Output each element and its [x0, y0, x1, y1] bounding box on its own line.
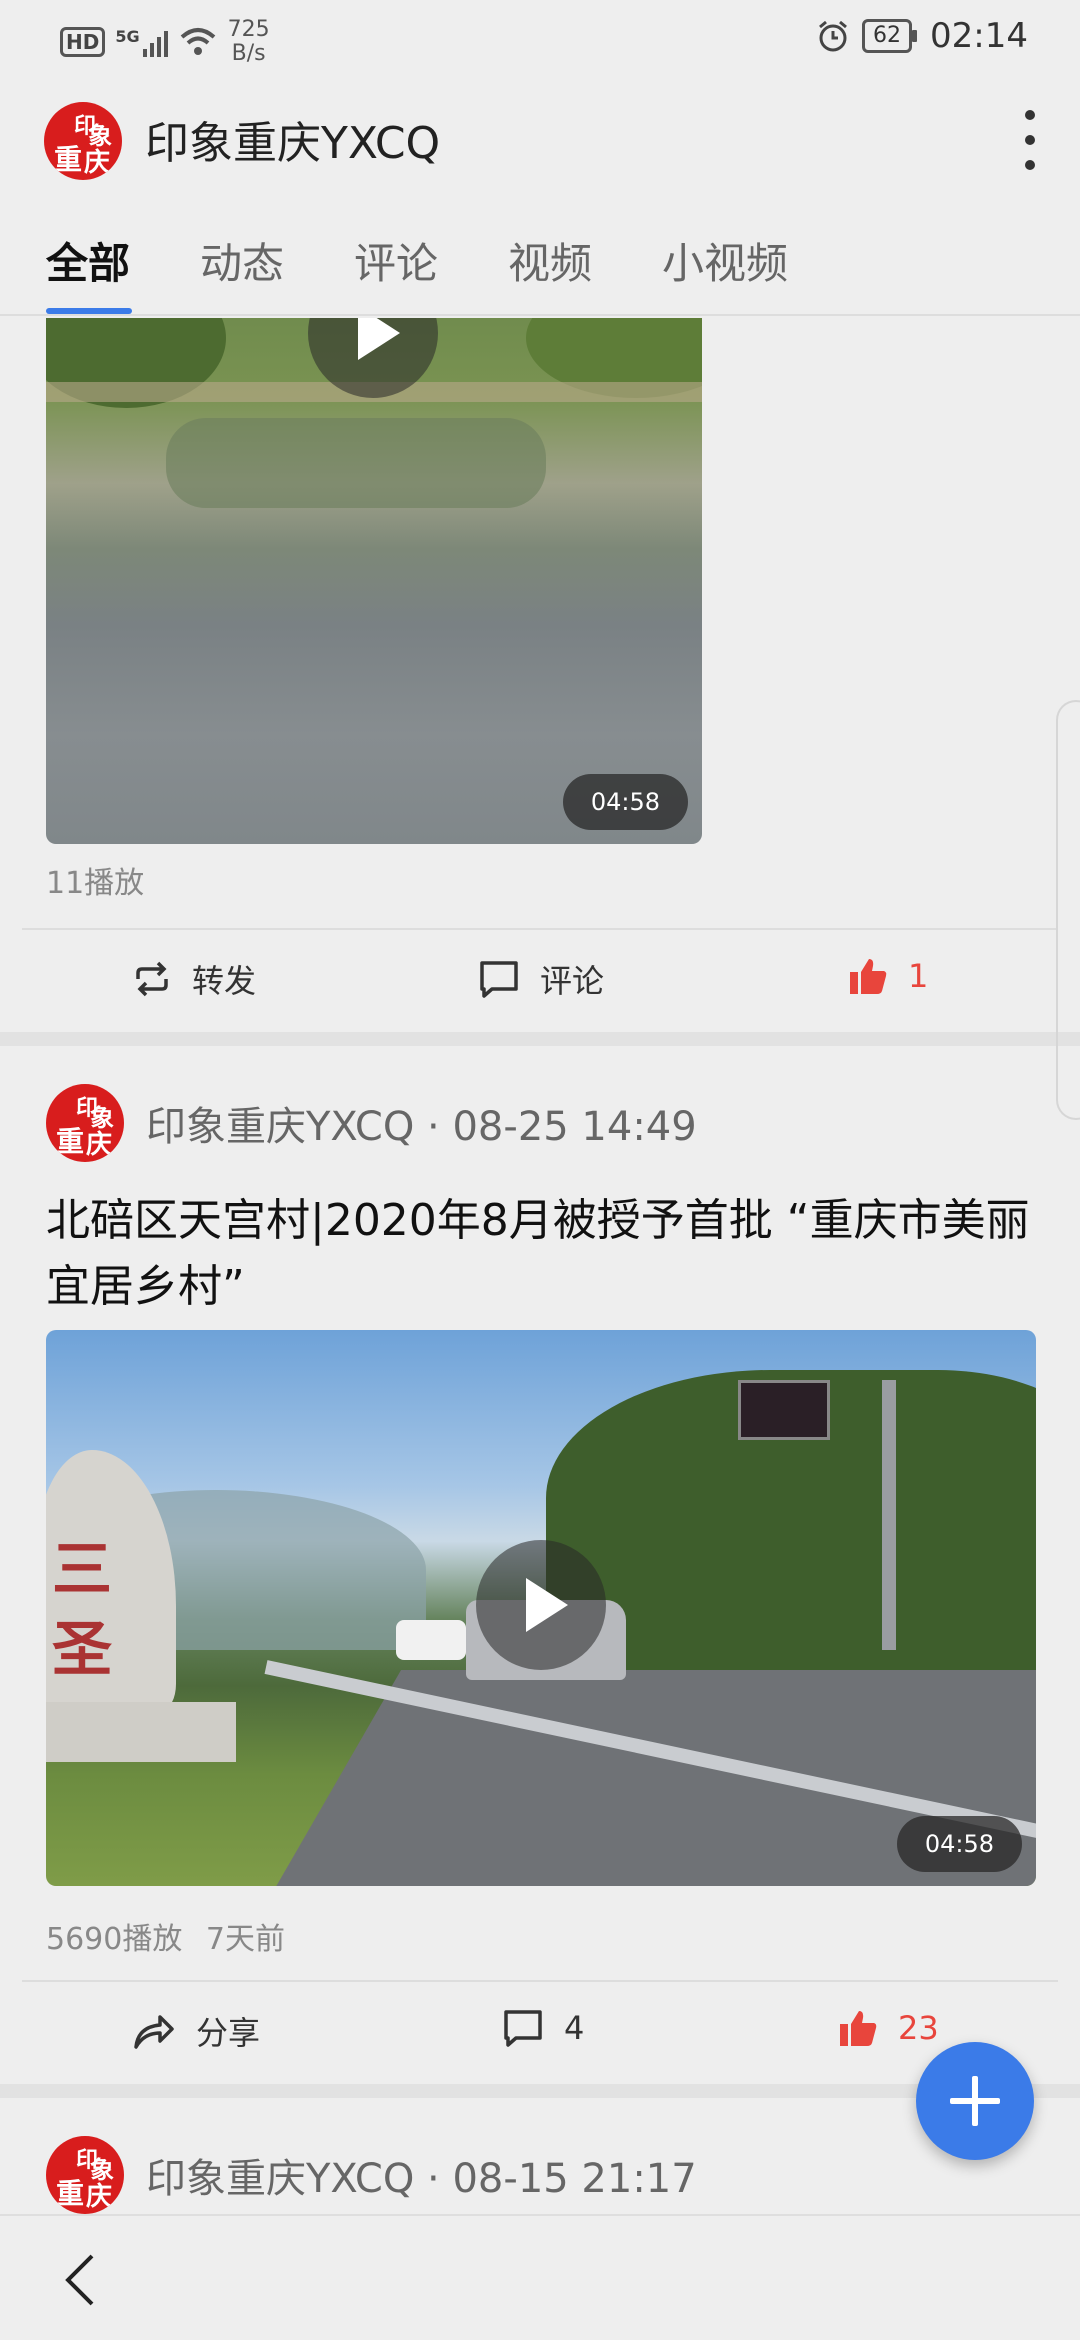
video-duration: 04:58 [896, 1816, 1022, 1872]
like-count: 1 [908, 957, 929, 995]
clock: 02:14 [930, 16, 1028, 56]
comment-icon [504, 2010, 542, 2047]
post-header: 印 象 重 庆 印象重庆YXCQ · 08-15 21:17 [46, 2136, 697, 2214]
signal-icon: 5G [115, 27, 168, 57]
tab-videos[interactable]: 视频 [508, 230, 592, 291]
play-count: 11播放 [46, 866, 145, 901]
rock-inscription: 三圣 [52, 1535, 112, 1685]
add-post-button[interactable] [916, 2042, 1034, 2160]
post-stats: 5690播放 7天前 [46, 1914, 285, 1958]
feed[interactable]: 04:58 11播放 转发 评论 1 印 象 重 庆 印象重庆YXCQ · 08… [0, 318, 1080, 2214]
comment-label: 评论 [540, 962, 605, 1000]
hd-badge: HD [60, 27, 106, 57]
channel-avatar[interactable]: 印 象 重 庆 [44, 102, 122, 180]
wifi-icon [180, 28, 215, 55]
more-vertical-icon[interactable] [1020, 110, 1040, 170]
bottom-nav [0, 2214, 1080, 2340]
post-age: 7天前 [205, 1922, 285, 1957]
like-button[interactable]: 1 [848, 956, 928, 996]
tab-all[interactable]: 全部 [46, 230, 130, 291]
status-right: 62 02:14 [816, 16, 1028, 56]
speed-value: 725 [227, 17, 270, 42]
app-header: 印 象 重 庆 印象重庆YXCQ [0, 80, 1080, 200]
play-count: 5690播放 [46, 1922, 183, 1957]
active-tab-indicator [46, 308, 132, 314]
post-header: 印 象 重 庆 印象重庆YXCQ · 08-25 14:49 [46, 1084, 697, 1162]
share-label: 分享 [196, 2014, 261, 2052]
video-duration: 04:58 [562, 774, 688, 830]
channel-title: 印象重庆YXCQ [145, 118, 441, 169]
tab-updates[interactable]: 动态 [200, 230, 284, 291]
like-button[interactable]: 23 [838, 2008, 939, 2048]
video-thumbnail[interactable]: 04:58 [46, 318, 702, 844]
comment-button[interactable]: 4 [502, 2008, 584, 2048]
share-button[interactable]: 分享 [132, 2008, 260, 2054]
thumbs-up-icon [850, 959, 887, 994]
tab-comments[interactable]: 评论 [354, 230, 438, 291]
repost-button[interactable]: 转发 [132, 956, 256, 1002]
share-icon [134, 2015, 174, 2049]
post-divider [0, 1032, 1080, 1046]
post-author-date[interactable]: 印象重庆YXCQ · 08-15 21:17 [146, 2146, 697, 2204]
comment-count: 4 [564, 2009, 585, 2047]
scrollbar[interactable] [1056, 700, 1080, 1120]
back-arrow-icon[interactable] [60, 2252, 100, 2308]
status-bar: HD 5G 725 B/s 62 02:14 [0, 0, 1080, 80]
network-label: 5G [115, 27, 140, 46]
tab-bar: 全部 动态 评论 视频 小视频 [0, 200, 1080, 316]
post-title[interactable]: 北碚区天宫村|2020年8月被授予首批 “重庆市美丽宜居乡村” [46, 1188, 1036, 1320]
repost-label: 转发 [192, 962, 257, 1000]
network-speed: 725 B/s [228, 18, 270, 66]
author-avatar[interactable]: 印 象 重 庆 [46, 1084, 124, 1162]
post-actions: 转发 评论 1 [22, 928, 1058, 1032]
repost-icon [136, 961, 168, 997]
video-thumbnail[interactable]: 三圣 04:58 [46, 1330, 1036, 1886]
alarm-icon [819, 20, 847, 52]
post-author-date[interactable]: 印象重庆YXCQ · 08-25 14:49 [146, 1094, 697, 1152]
post-actions: 分享 4 23 [22, 1980, 1058, 2084]
status-left: HD 5G 725 B/s [60, 18, 270, 66]
like-count: 23 [898, 2009, 939, 2047]
thumbs-up-icon [840, 2011, 877, 2046]
author-avatar[interactable]: 印 象 重 庆 [46, 2136, 124, 2214]
tab-short-videos[interactable]: 小视频 [662, 230, 788, 291]
speed-unit: B/s [231, 41, 266, 66]
comment-button[interactable]: 评论 [478, 956, 604, 1002]
comment-icon [480, 961, 518, 998]
play-icon[interactable] [476, 1540, 606, 1670]
battery-indicator: 62 [862, 19, 918, 53]
